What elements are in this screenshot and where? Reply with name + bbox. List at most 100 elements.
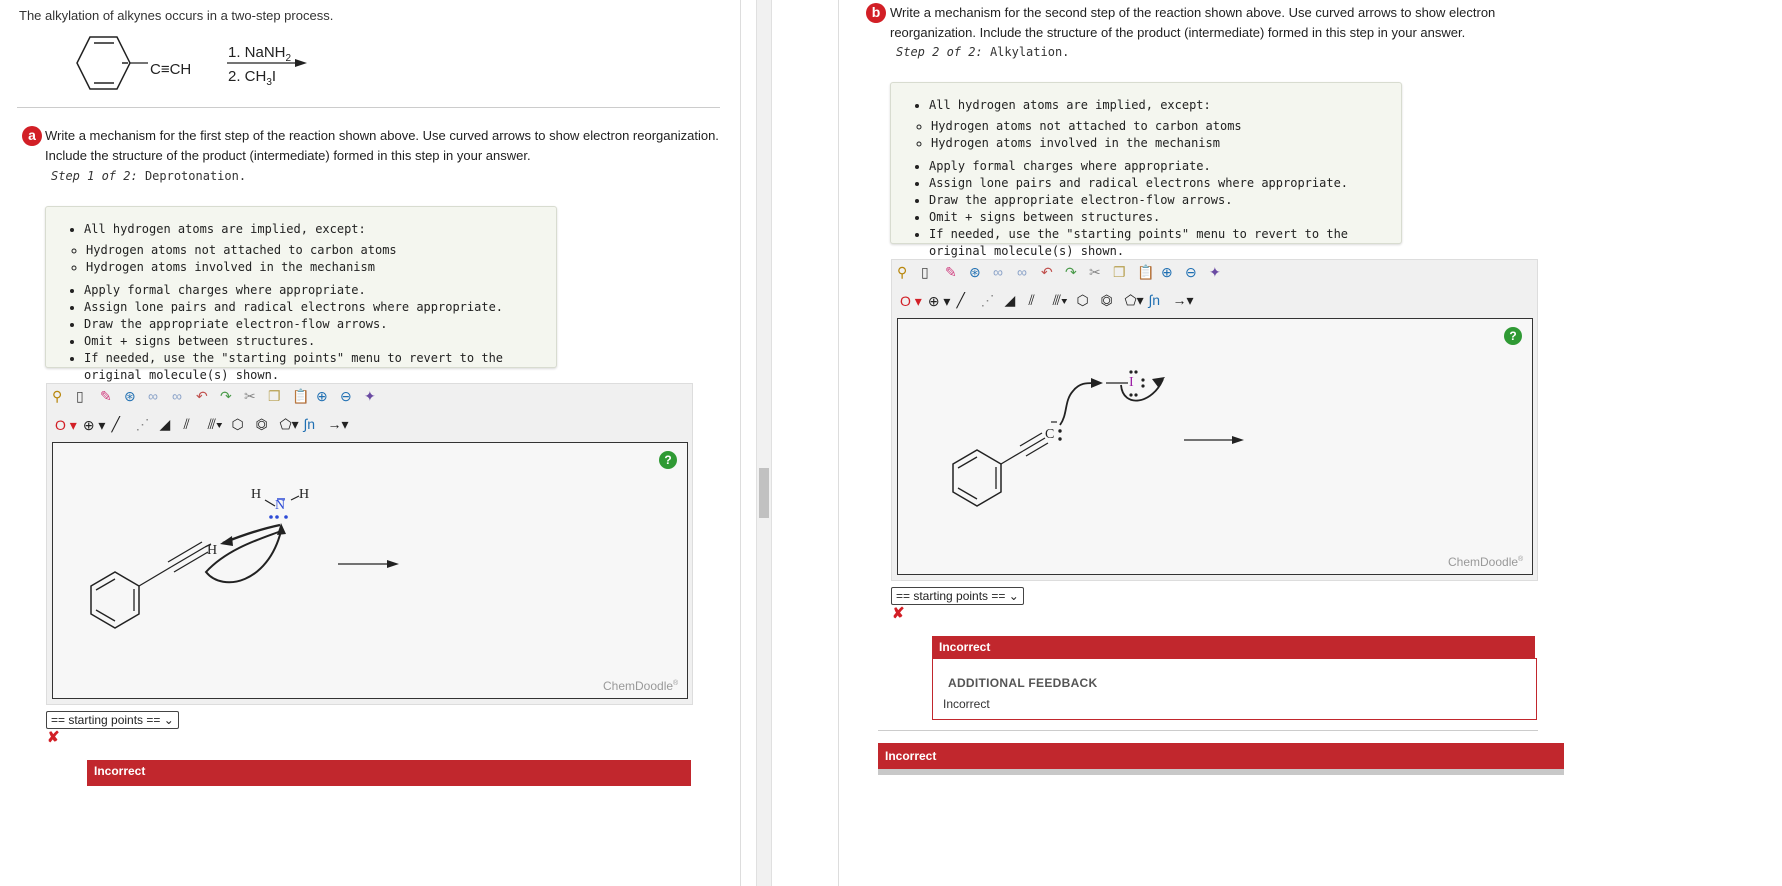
amide-h-left: H xyxy=(251,487,262,502)
instruction-item: Apply formal charges where appropriate. xyxy=(84,282,556,299)
instruction-item: Omit + signs between structures. xyxy=(929,209,1401,226)
triple-bond-icon[interactable]: ⫻▾ xyxy=(207,416,225,434)
instruction-item: Omit + signs between structures. xyxy=(84,333,556,350)
divider xyxy=(17,107,720,108)
arrow-icon[interactable]: →▾ xyxy=(327,416,348,434)
alkyne-h: H xyxy=(207,543,218,558)
chain-icon[interactable]: ∫n xyxy=(1148,292,1166,310)
starting-points-select-b[interactable]: == starting points == ⌄ xyxy=(891,587,1024,605)
dashed-bond-icon[interactable]: ⋰ xyxy=(980,292,998,310)
starting-points-select-a[interactable]: == starting points == ⌄ xyxy=(46,711,179,729)
feedback-text: Incorrect xyxy=(943,697,990,711)
scissors-icon[interactable]: ✂ xyxy=(1089,264,1107,282)
instruction-subitem: Hydrogen atoms involved in the mechanism xyxy=(931,135,1401,152)
pentagon-icon[interactable]: ⬠▾ xyxy=(279,416,298,434)
part-b-badge: b xyxy=(866,3,886,23)
wedge-bond-icon[interactable]: ◢ xyxy=(159,416,177,434)
ring-template-icon[interactable]: ⊛ xyxy=(969,264,987,282)
incorrect-x-icon: ✘ xyxy=(892,605,905,622)
hexagon-icon[interactable]: ⬡ xyxy=(231,416,249,434)
redo-icon[interactable]: ↷ xyxy=(1065,264,1083,282)
single-bond-icon[interactable]: ╱ xyxy=(111,416,129,434)
atom-selector[interactable]: O ▾ xyxy=(55,417,77,434)
ring-template-icon[interactable]: ⊛ xyxy=(124,388,142,406)
paste-icon[interactable]: 📋 xyxy=(1137,264,1155,282)
molecule-icon[interactable]: ∞ xyxy=(172,388,190,406)
dashed-bond-icon[interactable]: ⋰ xyxy=(135,416,153,434)
incorrect-x-icon: ✘ xyxy=(47,729,60,746)
lasso-icon[interactable]: ⚲ xyxy=(52,388,70,406)
zoom-in-icon[interactable]: ⊕ xyxy=(316,388,334,406)
redo-icon[interactable]: ↷ xyxy=(220,388,238,406)
instruction-subitem: Hydrogen atoms not attached to carbon at… xyxy=(931,118,1401,135)
column-divider-2 xyxy=(838,0,839,886)
part-a-question: Write a mechanism for the first step of … xyxy=(45,128,719,163)
lasso-icon[interactable]: ⚲ xyxy=(897,264,915,282)
eraser-icon[interactable]: ✎ xyxy=(100,388,118,406)
triple-bond-icon[interactable]: ⫻▾ xyxy=(1052,292,1070,310)
clean-icon[interactable]: ✦ xyxy=(364,388,382,406)
scrollbar[interactable] xyxy=(756,0,772,886)
instruction-subitem: Hydrogen atoms not attached to carbon at… xyxy=(86,242,556,259)
rings-icon[interactable]: ∞ xyxy=(993,264,1011,282)
benzene-icon[interactable]: ⏣ xyxy=(255,416,273,434)
reagent-1: 1. NaNH2 xyxy=(228,44,292,64)
incorrect-banner-a: Incorrect xyxy=(87,760,691,786)
zoom-out-icon[interactable]: ⊖ xyxy=(340,388,358,406)
hexagon-icon[interactable]: ⬡ xyxy=(1076,292,1094,310)
clean-icon[interactable]: ✦ xyxy=(1209,264,1227,282)
part-b-question: Write a mechanism for the second step of… xyxy=(890,5,1496,40)
zoom-out-icon[interactable]: ⊖ xyxy=(1185,264,1203,282)
feedback-box: ADDITIONAL FEEDBACK Incorrect xyxy=(932,658,1537,720)
chemdoodle-logo: ChemDoodle® xyxy=(1448,555,1524,569)
arrow-icon[interactable]: →▾ xyxy=(1172,292,1193,310)
scrollbar-thumb[interactable] xyxy=(759,468,769,518)
instructions-box-a: All hydrogen atoms are implied, except: … xyxy=(45,206,557,382)
instruction-subitem: Hydrogen atoms involved in the mechanism xyxy=(86,259,556,276)
scissors-icon[interactable]: ✂ xyxy=(244,388,262,406)
rings-icon[interactable]: ∞ xyxy=(148,388,166,406)
charge-selector[interactable]: ⊕ ▾ xyxy=(83,417,106,434)
instruction-item: If needed, use the "starting points" men… xyxy=(929,226,1401,260)
instruction-item: Draw the appropriate electron-flow arrow… xyxy=(929,192,1401,209)
chain-icon[interactable]: ∫n xyxy=(303,416,321,434)
amide-nitrogen: N xyxy=(275,498,286,513)
benzene-icon[interactable]: ⏣ xyxy=(1100,292,1118,310)
atom-selector[interactable]: O ▾ xyxy=(900,293,922,310)
charge-selector[interactable]: ⊕ ▾ xyxy=(928,293,951,310)
instruction-item: Assign lone pairs and radical electrons … xyxy=(84,299,556,316)
toolbar-top-a: ⚲ ▯ ✎ ⊛ ∞ ∞ ↶ ↷ ✂ ❐ 📋 ⊕ ⊖ ✦ xyxy=(52,388,382,406)
divider xyxy=(878,730,1538,731)
eraser-icon[interactable]: ✎ xyxy=(945,264,963,282)
instruction-item: Draw the appropriate electron-flow arrow… xyxy=(84,316,556,333)
instruction-item: If needed, use the "starting points" men… xyxy=(84,350,556,384)
instruction-item: All hydrogen atoms are implied, except: xyxy=(929,97,1401,114)
drawing-canvas-b[interactable]: ? C I ChemDoodle® xyxy=(897,318,1533,575)
undo-icon[interactable]: ↶ xyxy=(1041,264,1059,282)
wedge-bond-icon[interactable]: ◢ xyxy=(1004,292,1022,310)
pentagon-icon[interactable]: ⬠▾ xyxy=(1124,292,1143,310)
toolbar-bottom-a: O ▾ ⊕ ▾ ╱ ⋰ ◢ ⫽ ⫻▾ ⬡ ⏣ ⬠▾ ∫n →▾ xyxy=(55,416,349,434)
chemdoodle-logo: ChemDoodle® xyxy=(603,679,679,693)
copy-icon[interactable]: ❐ xyxy=(268,388,286,406)
incorrect-banner-c: Incorrect xyxy=(878,743,1564,769)
single-bond-icon[interactable]: ╱ xyxy=(956,292,974,310)
drawing-canvas-a[interactable]: ? H N H H ChemDoodle® xyxy=(52,442,688,699)
mechanism-drawing-b xyxy=(952,370,1244,507)
banner-edge xyxy=(878,769,1564,775)
double-bond-icon[interactable]: ⫽ xyxy=(183,416,201,434)
copy-icon[interactable]: ❐ xyxy=(1113,264,1131,282)
instruction-item: All hydrogen atoms are implied, except: xyxy=(84,221,556,238)
double-bond-icon[interactable]: ⫽ xyxy=(1028,292,1046,310)
alkyne-group-label: C≡CH xyxy=(150,61,192,78)
toolbar-top-b: ⚲ ▯ ✎ ⊛ ∞ ∞ ↶ ↷ ✂ ❐ 📋 ⊕ ⊖ ✦ xyxy=(897,264,1227,282)
eraser-bottle-icon[interactable]: ▯ xyxy=(76,388,94,406)
undo-icon[interactable]: ↶ xyxy=(196,388,214,406)
zoom-in-icon[interactable]: ⊕ xyxy=(1161,264,1179,282)
eraser-bottle-icon[interactable]: ▯ xyxy=(921,264,939,282)
paste-icon[interactable]: 📋 xyxy=(292,388,310,406)
amide-h-right: H xyxy=(299,487,310,502)
reagent-2: 2. CH3I xyxy=(228,68,277,88)
molecule-icon[interactable]: ∞ xyxy=(1017,264,1035,282)
additional-feedback-heading: ADDITIONAL FEEDBACK xyxy=(948,676,1098,690)
